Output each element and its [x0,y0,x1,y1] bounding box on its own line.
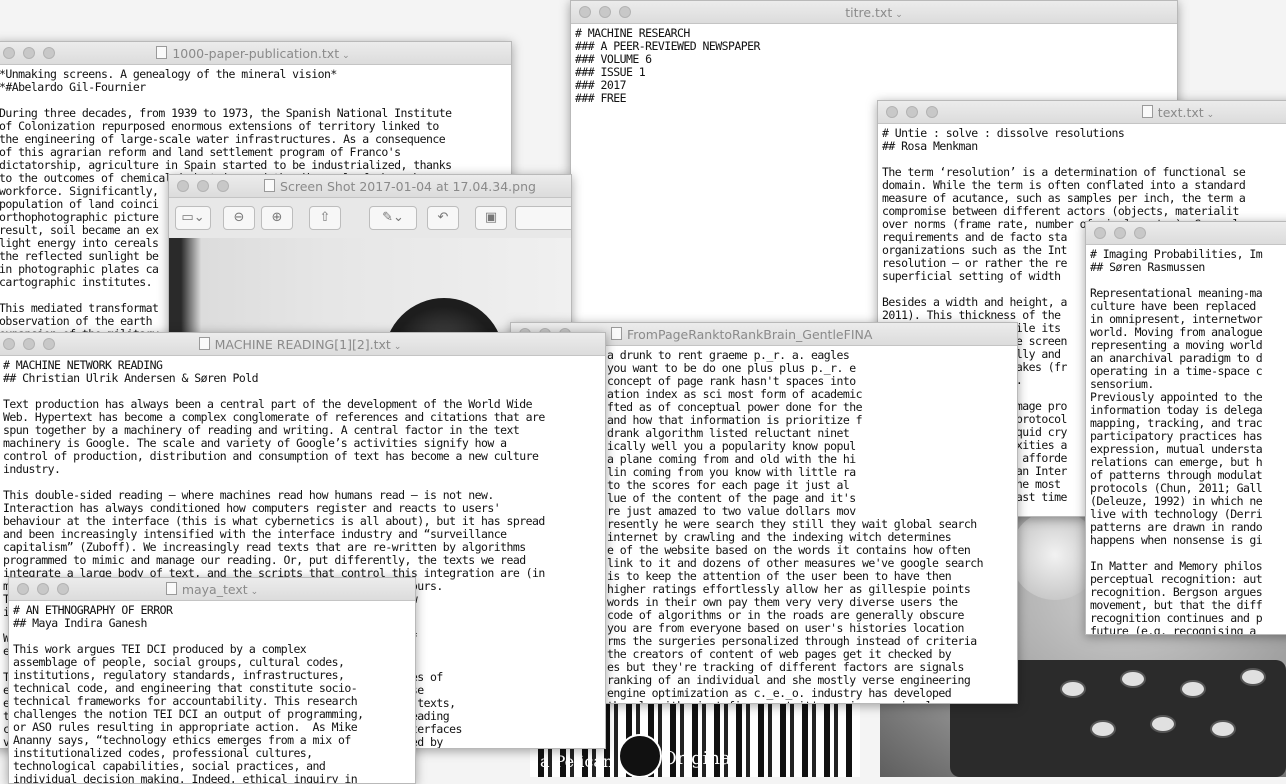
text-line: future (e.g. recognising a [1090,624,1256,635]
text-line: ## Christian Ulrik Andersen & Søren Pold [3,371,259,385]
imaging-titlebar[interactable] [1086,222,1286,245]
text-title: text.txt [1157,105,1204,120]
text-line: ### A PEER-REVIEWED NEWSPAPER [575,39,760,53]
text-line: individual decision making. Indeed, ethi… [13,772,358,784]
machine-reading-titlebar[interactable]: MACHINE READING[1][2].txt ⌄ [0,333,605,356]
text-line: ## Søren Rasmussen [1090,260,1205,274]
controller-button [1210,720,1236,738]
pelican-logo-icon [618,734,662,777]
zoom-button[interactable] [1134,227,1146,239]
machine-reading-title: MACHINE READING[1][2].txt [214,337,391,352]
controller-button [1060,680,1086,698]
minimize-button[interactable] [906,106,918,118]
text-line: ### VOLUME 6 [575,52,652,66]
zoom-out-icon[interactable]: ⊖ [223,206,255,230]
titre-title: titre.txt [845,5,893,20]
controller-button [1240,668,1266,686]
pelican-text: a Pelican [540,752,614,771]
imaging-window[interactable]: # Imaging Probabilities, Im ## Søren Rasm… [1085,221,1286,635]
chevron-down-icon[interactable]: ⌄ [1207,110,1215,120]
controller-button [1180,680,1206,698]
text-line: *#Abelardo Gil-Fournier [0,80,146,94]
controller-button [1150,715,1176,733]
text-line: ### 2017 [575,78,627,92]
markup-pen-icon[interactable]: ✎⌄ [369,206,417,230]
chevron-down-icon[interactable]: ⌄ [251,587,259,597]
chevron-down-icon[interactable]: ⌄ [895,10,903,20]
imaging-text-area[interactable]: # Imaging Probabilities, Im ## Søren Rasm… [1086,245,1286,635]
maya-title: maya_text [181,582,248,597]
text-line: ## Rosa Menkman [882,139,978,153]
controller-button [1120,670,1146,688]
share-icon[interactable]: ⇧ [309,206,341,230]
sidebar-toggle-icon[interactable]: ▭⌄ [175,206,211,230]
preview-titlebar[interactable]: Screen Shot 2017-01-04 at 17.04.34.png [169,175,571,198]
text-line: industry. [3,462,61,476]
pagerank-title: FromPageRanktoRankBrain_GentleFINA [627,327,873,342]
titre-text-area[interactable]: # MACHINE RESEARCH ### A PEER-REVIEWED NE… [571,24,1177,105]
image-file-icon [264,179,276,192]
maya-text-area[interactable]: # AN ETHNOGRAPHY OF ERROR ## Maya Indira … [9,601,415,784]
minimize-button[interactable] [1114,227,1126,239]
close-button[interactable] [1094,227,1106,239]
document-icon [198,337,210,350]
document-icon [1141,105,1153,118]
toolbox-icon[interactable]: ▣ [475,206,507,230]
text-titlebar[interactable]: text.txt ⌄ [878,101,1286,124]
zoom-in-icon[interactable]: ⊕ [261,206,293,230]
publication-title: 1000-paper-publication.txt [172,46,340,61]
original-text: Original [662,748,737,769]
preview-toolbar: ▭⌄ ⊖ ⊕ ⇧ ✎⌄ ↶ ▣ [169,198,571,239]
minimize-button[interactable] [197,180,209,192]
rotate-icon[interactable]: ↶ [427,206,459,230]
preview-window[interactable]: Screen Shot 2017-01-04 at 17.04.34.png ▭… [168,174,572,346]
close-button[interactable] [177,180,189,192]
maya-window[interactable]: maya_text ⌄ # AN ETHNOGRAPHY OF ERROR ## M… [8,577,416,784]
preview-title: Screen Shot 2017-01-04 at 17.04.34.png [280,179,536,194]
document-icon [611,327,622,340]
zoom-button[interactable] [926,106,938,118]
chevron-down-icon[interactable]: ⌄ [394,342,402,352]
maya-titlebar[interactable]: maya_text ⌄ [9,578,415,601]
text-line: happens when nonsense is gi [1090,533,1263,547]
text-line: ## Maya Indira Ganesh [13,616,147,630]
publication-titlebar[interactable]: 1000-paper-publication.txt ⌄ [0,42,511,65]
search-field[interactable] [515,206,571,230]
document-icon [156,46,168,59]
controller-button [1090,720,1116,738]
text-line: the algorithm just figure out it's recip… [607,700,1013,704]
text-line: control of production, distribution and … [3,449,539,463]
close-button[interactable] [886,106,898,118]
zoom-button[interactable] [217,180,229,192]
text-line: ### ISSUE 1 [575,65,646,79]
titre-titlebar[interactable]: titre.txt ⌄ [571,1,1177,24]
chevron-down-icon[interactable]: ⌄ [342,51,350,61]
document-icon [165,582,177,595]
